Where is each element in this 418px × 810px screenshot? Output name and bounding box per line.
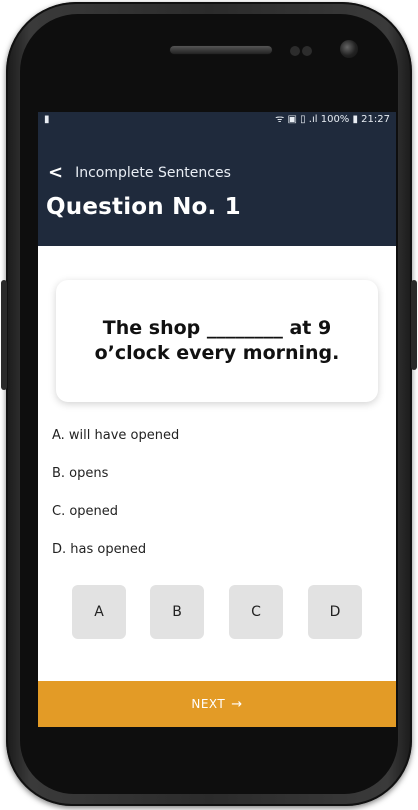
answer-button-b[interactable]: B <box>150 585 204 639</box>
option-a: A. will have opened <box>52 428 180 443</box>
notification-icon: ▮ <box>44 114 50 125</box>
section-title: Incomplete Sentences <box>75 165 231 181</box>
volume-button <box>1 280 7 390</box>
power-button <box>411 280 417 370</box>
option-d: D. has opened <box>52 542 147 557</box>
status-bar: ▮ ᯤ ▣ ▯ .ıl 100% ▮ 21:27 <box>38 112 396 128</box>
answer-button-c[interactable]: C <box>229 585 283 639</box>
option-c: C. opened <box>52 504 119 519</box>
back-navigation[interactable]: < Incomplete Sentences <box>48 164 231 182</box>
proximity-sensor <box>290 46 300 56</box>
light-sensor <box>302 46 312 56</box>
answer-button-a[interactable]: A <box>72 585 126 639</box>
question-card: The shop ________ at 9 o’clock every mor… <box>56 280 378 402</box>
chevron-left-icon[interactable]: < <box>48 164 63 182</box>
app-header: < Incomplete Sentences Question No. 1 <box>38 128 396 246</box>
answer-button-d[interactable]: D <box>308 585 362 639</box>
next-button[interactable]: NEXT → <box>38 681 396 727</box>
front-camera <box>340 40 358 58</box>
page-title: Question No. 1 <box>46 194 241 220</box>
question-text: The shop ________ at 9 o’clock every mor… <box>94 317 340 364</box>
next-label: NEXT <box>191 697 226 711</box>
earpiece-speaker <box>170 46 272 54</box>
battery-time: 100% ▮ 21:27 <box>320 114 390 125</box>
arrow-right-icon: → <box>231 696 243 712</box>
status-indicators: ᯤ ▣ ▯ .ıl 100% ▮ 21:27 <box>275 112 390 128</box>
option-b: B. opens <box>52 466 109 481</box>
app-screen: ▮ ᯤ ▣ ▯ .ıl 100% ▮ 21:27 < Incomplete Se… <box>38 112 396 727</box>
signal-icons: ᯤ ▣ ▯ .ıl <box>275 114 318 125</box>
